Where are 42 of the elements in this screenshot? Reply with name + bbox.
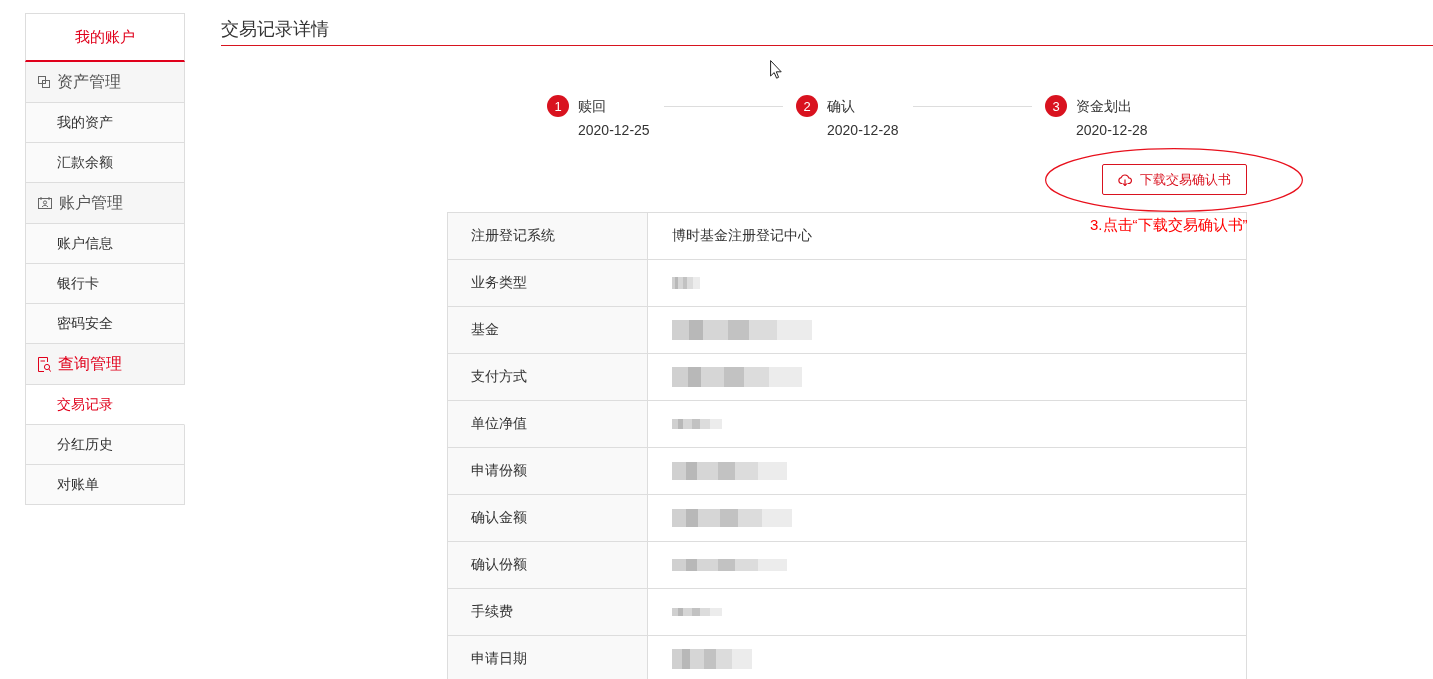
sidebar-item[interactable]: 我的资产 xyxy=(25,103,185,143)
annotation-text: 3.点击“下载交易确认书” xyxy=(1090,216,1248,234)
step-label: 资金划出 xyxy=(1076,97,1133,116)
sidebar-group[interactable]: 查询管理 xyxy=(25,344,185,385)
sidebar-item[interactable]: 对账单 xyxy=(25,465,185,505)
squares-icon xyxy=(38,76,50,88)
blurred-value xyxy=(672,277,700,289)
sidebar-group[interactable]: 账户管理 xyxy=(25,183,185,224)
field-label: 支付方式 xyxy=(448,354,648,401)
step-date: 2020-12-25 xyxy=(578,121,650,140)
step-number-badge: 1 xyxy=(547,95,569,117)
field-label: 基金 xyxy=(448,307,648,354)
field-label: 手续费 xyxy=(448,589,648,636)
blurred-value xyxy=(672,419,722,429)
page-title: 交易记录详情 xyxy=(221,18,329,41)
field-label: 确认金额 xyxy=(448,495,648,542)
field-label: 申请日期 xyxy=(448,636,648,679)
field-label: 业务类型 xyxy=(448,260,648,307)
sidebar-item[interactable]: 账户信息 xyxy=(25,224,185,264)
document-search-icon xyxy=(38,356,51,372)
cursor-icon xyxy=(770,60,782,79)
sidebar-item[interactable]: 交易记录 xyxy=(25,385,185,425)
sidebar-item[interactable]: 密码安全 xyxy=(25,304,185,344)
sidebar-item[interactable]: 分红历史 xyxy=(25,425,185,465)
step-label: 确认 xyxy=(827,97,856,116)
field-value: 博时基金注册登记中心 xyxy=(672,227,812,245)
id-card-icon xyxy=(38,197,52,209)
step-date: 2020-12-28 xyxy=(1076,121,1148,140)
field-label: 注册登记系统 xyxy=(448,213,648,260)
step-number-badge: 3 xyxy=(1045,95,1067,117)
sidebar-group[interactable]: 资产管理 xyxy=(25,62,185,103)
field-label: 确认份额 xyxy=(448,542,648,589)
sidebar-item[interactable]: 银行卡 xyxy=(25,264,185,304)
cloud-download-icon xyxy=(1118,173,1132,186)
download-button[interactable]: 下载交易确认书 xyxy=(1102,164,1247,195)
sidebar-item[interactable]: 汇款余额 xyxy=(25,143,185,183)
field-label: 单位净值 xyxy=(448,401,648,448)
step-label: 赎回 xyxy=(578,97,607,116)
blurred-value xyxy=(672,608,722,616)
step-date: 2020-12-28 xyxy=(827,121,899,140)
field-label: 申请份额 xyxy=(448,448,648,495)
step-number-badge: 2 xyxy=(796,95,818,117)
